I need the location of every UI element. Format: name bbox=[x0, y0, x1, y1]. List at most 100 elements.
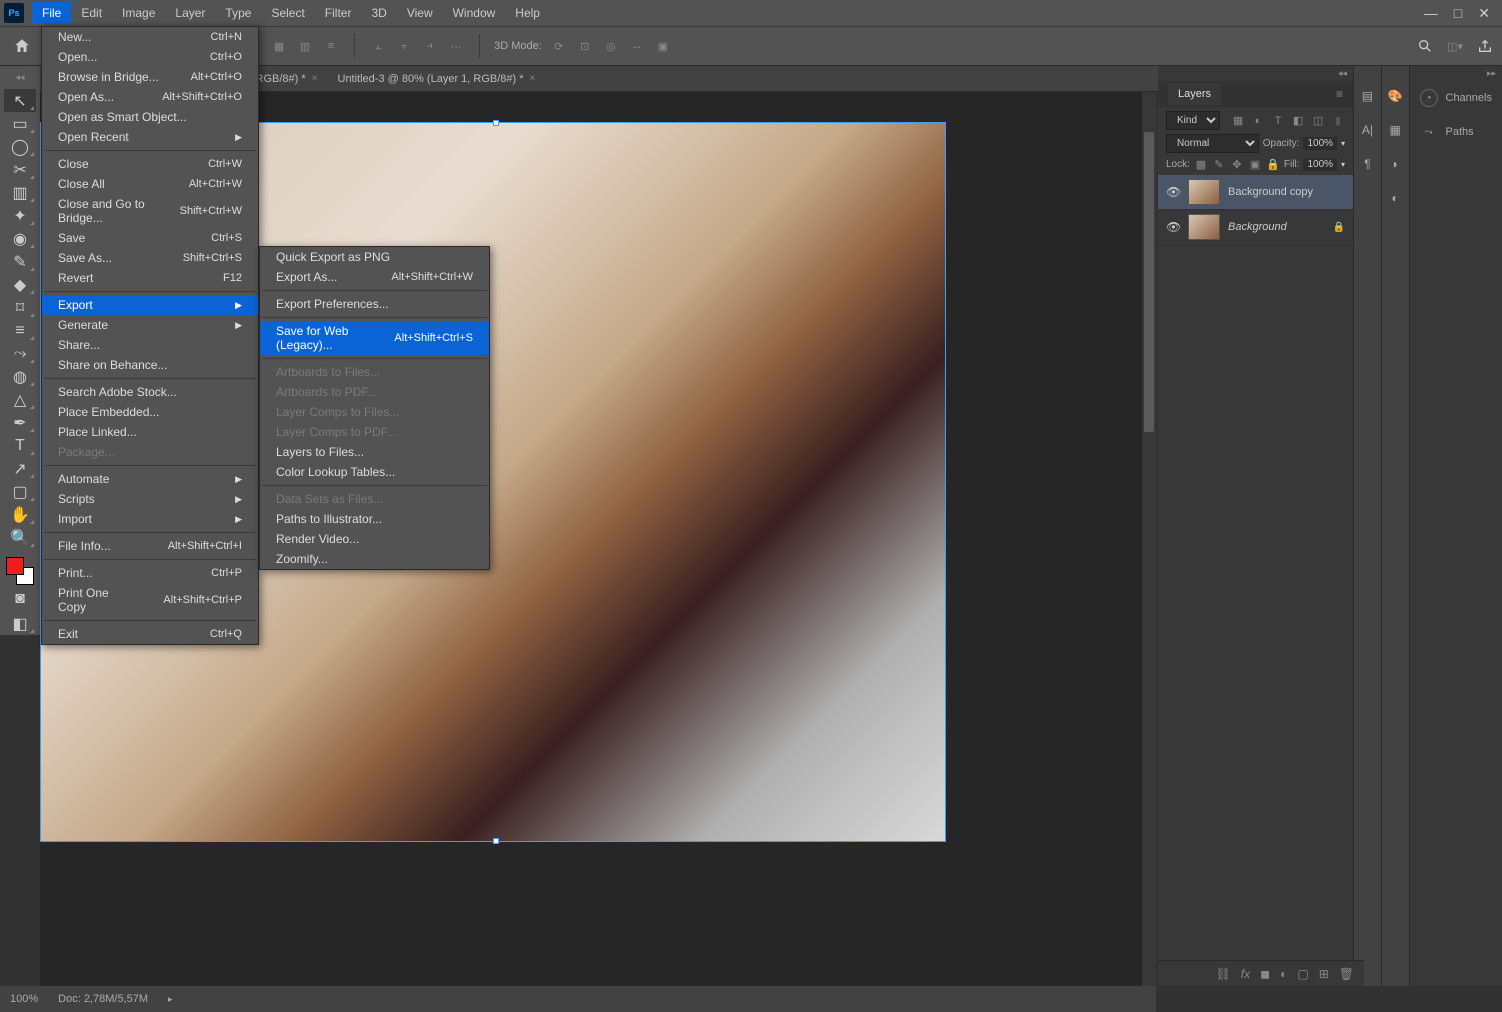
tool-4[interactable]: ▥ bbox=[4, 181, 36, 204]
menu-item-export[interactable]: Export▶ bbox=[42, 295, 258, 315]
visibility-icon[interactable]: 👁 bbox=[1166, 220, 1180, 234]
layers-tab[interactable]: Layers bbox=[1168, 83, 1221, 105]
share-icon[interactable] bbox=[1476, 37, 1494, 55]
menu-item-generate[interactable]: Generate▶ bbox=[42, 315, 258, 335]
align-center-icon[interactable]: ▦ bbox=[270, 37, 288, 55]
close-tab-icon[interactable]: × bbox=[312, 73, 318, 84]
menu-item-export-preferences[interactable]: Export Preferences... bbox=[260, 294, 489, 314]
filter-smart-icon[interactable]: ◫ bbox=[1311, 114, 1325, 128]
menu-item-quick-export-as-png[interactable]: Quick Export as PNG bbox=[260, 247, 489, 267]
menu-view[interactable]: View bbox=[397, 2, 443, 24]
channels-button[interactable]: ◔ Channels bbox=[1410, 81, 1502, 115]
panel-menu-icon[interactable]: ≡ bbox=[1336, 87, 1343, 101]
visibility-icon[interactable]: 👁 bbox=[1166, 185, 1180, 199]
filter-pixel-icon[interactable]: ▦ bbox=[1231, 114, 1245, 128]
menu-item-revert[interactable]: RevertF12 bbox=[42, 268, 258, 288]
tool-17[interactable]: ▢ bbox=[4, 480, 36, 503]
layer-group-icon[interactable]: ▢ bbox=[1297, 967, 1308, 981]
3d-roll-icon[interactable]: ◎ bbox=[602, 37, 620, 55]
paths-button[interactable]: ⤳ Paths bbox=[1410, 115, 1502, 149]
menu-item-zoomify[interactable]: Zoomify... bbox=[260, 549, 489, 569]
tool-18[interactable]: ✋ bbox=[4, 503, 36, 526]
tool-16[interactable]: ↗ bbox=[4, 457, 36, 480]
align-top-icon[interactable]: ⫠ bbox=[369, 37, 387, 55]
menu-layer[interactable]: Layer bbox=[165, 2, 215, 24]
menu-window[interactable]: Window bbox=[443, 2, 506, 24]
menu-item-place-embedded[interactable]: Place Embedded... bbox=[42, 402, 258, 422]
menu-item-open-as[interactable]: Open As...Alt+Shift+Ctrl+O bbox=[42, 87, 258, 107]
dock-collapse-icon[interactable]: ◂◂ bbox=[1158, 66, 1353, 81]
tool-19[interactable]: 🔍 bbox=[4, 526, 36, 549]
menu-item-print-one-copy[interactable]: Print One CopyAlt+Shift+Ctrl+P bbox=[42, 583, 258, 617]
dock-collapse-icon-2[interactable]: ▸▸ bbox=[1410, 66, 1502, 81]
collapse-icon[interactable]: ◂◂ bbox=[15, 72, 24, 83]
screen-mode-icon[interactable]: ◧ bbox=[4, 612, 36, 635]
menu-item-paths-to-illustrator[interactable]: Paths to Illustrator... bbox=[260, 509, 489, 529]
menu-filter[interactable]: Filter bbox=[315, 2, 362, 24]
menu-item-open-as-smart-object[interactable]: Open as Smart Object... bbox=[42, 107, 258, 127]
distribute-icon[interactable]: ≡ bbox=[322, 37, 340, 55]
tool-5[interactable]: ✦ bbox=[4, 204, 36, 227]
menu-image[interactable]: Image bbox=[112, 2, 165, 24]
layer-name[interactable]: Background copy bbox=[1228, 186, 1313, 198]
maximize-button[interactable]: □ bbox=[1454, 5, 1462, 22]
status-arrow-icon[interactable]: ▸ bbox=[168, 994, 173, 1005]
layer-mask-icon[interactable]: ◼ bbox=[1260, 967, 1270, 981]
menu-item-layers-to-files[interactable]: Layers to Files... bbox=[260, 442, 489, 462]
menu-item-save-as[interactable]: Save As...Shift+Ctrl+S bbox=[42, 248, 258, 268]
search-icon[interactable] bbox=[1416, 37, 1434, 55]
menu-item-save[interactable]: SaveCtrl+S bbox=[42, 228, 258, 248]
menu-item-scripts[interactable]: Scripts▶ bbox=[42, 489, 258, 509]
menu-item-import[interactable]: Import▶ bbox=[42, 509, 258, 529]
opacity-value[interactable]: 100% bbox=[1303, 137, 1337, 150]
tool-0[interactable]: ↖ bbox=[4, 89, 36, 112]
menu-item-save-for-web-legacy[interactable]: Save for Web (Legacy)...Alt+Shift+Ctrl+S bbox=[260, 321, 489, 355]
tool-11[interactable]: ⤳ bbox=[4, 342, 36, 365]
menu-item-close[interactable]: CloseCtrl+W bbox=[42, 154, 258, 174]
3d-orbit-icon[interactable]: ⟳ bbox=[550, 37, 568, 55]
adjustment-layer-icon[interactable]: ◐ bbox=[1280, 967, 1287, 981]
lock-all-icon[interactable]: 🔒 bbox=[1266, 157, 1280, 171]
tool-12[interactable]: ◍ bbox=[4, 365, 36, 388]
tool-9[interactable]: ⌑ bbox=[4, 296, 36, 319]
align-right-icon[interactable]: ▥ bbox=[296, 37, 314, 55]
menu-3d[interactable]: 3D bbox=[361, 2, 396, 24]
adjustments-icon[interactable]: ◗ bbox=[1385, 154, 1405, 174]
layer-thumbnail[interactable] bbox=[1188, 179, 1220, 205]
tool-6[interactable]: ◉ bbox=[4, 227, 36, 250]
layer-fx-icon[interactable]: fx bbox=[1241, 967, 1250, 981]
zoom-level[interactable]: 100% bbox=[10, 993, 38, 1005]
swatches-icon[interactable]: ▦ bbox=[1385, 120, 1405, 140]
color-icon[interactable]: 🎨 bbox=[1385, 86, 1405, 106]
3d-slide-icon[interactable]: ↔ bbox=[628, 37, 646, 55]
vertical-scrollbar[interactable] bbox=[1142, 92, 1156, 986]
menu-item-open[interactable]: Open...Ctrl+O bbox=[42, 47, 258, 67]
properties-icon[interactable]: ▤ bbox=[1357, 86, 1377, 106]
tool-1[interactable]: ▭ bbox=[4, 112, 36, 135]
menu-item-exit[interactable]: ExitCtrl+Q bbox=[42, 624, 258, 644]
transform-handle-bottom[interactable] bbox=[493, 838, 499, 844]
tool-3[interactable]: ✂ bbox=[4, 158, 36, 181]
3d-pan-icon[interactable]: ⊡ bbox=[576, 37, 594, 55]
menu-item-share-on-behance[interactable]: Share on Behance... bbox=[42, 355, 258, 375]
filter-adjust-icon[interactable]: ◐ bbox=[1251, 114, 1265, 128]
workspace-icon[interactable]: ◫▾ bbox=[1446, 37, 1464, 55]
menu-item-render-video[interactable]: Render Video... bbox=[260, 529, 489, 549]
fill-value[interactable]: 100% bbox=[1303, 158, 1337, 171]
minimize-button[interactable]: — bbox=[1424, 5, 1438, 22]
lock-transparency-icon[interactable]: ▩ bbox=[1194, 157, 1208, 171]
menu-item-close-and-go-to-bridge[interactable]: Close and Go to Bridge...Shift+Ctrl+W bbox=[42, 194, 258, 228]
tool-13[interactable]: △ bbox=[4, 388, 36, 411]
menu-select[interactable]: Select bbox=[261, 2, 314, 24]
tool-10[interactable]: ≡ bbox=[4, 319, 36, 342]
menu-help[interactable]: Help bbox=[505, 2, 550, 24]
character-icon[interactable]: A| bbox=[1357, 120, 1377, 140]
styles-icon[interactable]: ◐ bbox=[1385, 188, 1405, 208]
layer-row[interactable]: 👁 Background copy bbox=[1158, 175, 1353, 210]
new-layer-icon[interactable]: ⊞ bbox=[1319, 967, 1329, 981]
menu-item-browse-in-bridge[interactable]: Browse in Bridge...Alt+Ctrl+O bbox=[42, 67, 258, 87]
menu-item-search-adobe-stock[interactable]: Search Adobe Stock... bbox=[42, 382, 258, 402]
link-layers-icon[interactable]: ⛓ bbox=[1216, 967, 1231, 981]
paragraph-icon[interactable]: ¶ bbox=[1357, 154, 1377, 174]
menu-item-print[interactable]: Print...Ctrl+P bbox=[42, 563, 258, 583]
